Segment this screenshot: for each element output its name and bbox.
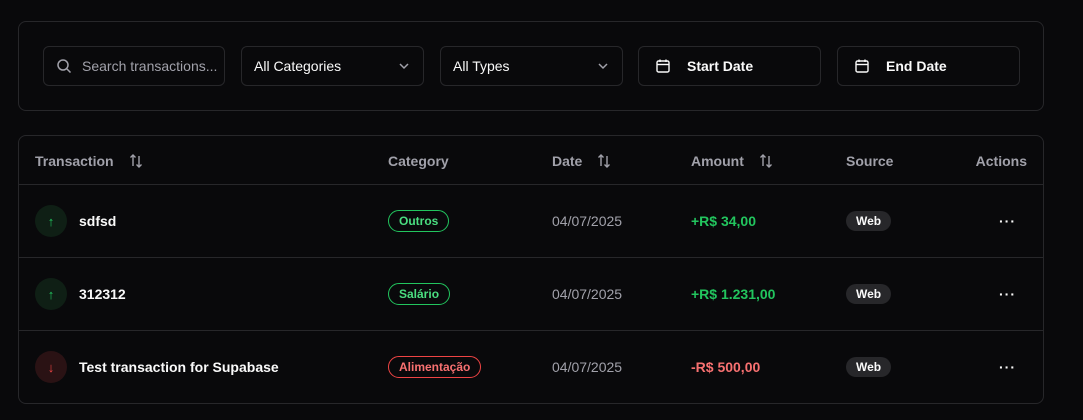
transaction-cell: ↓ Test transaction for Supabase: [35, 331, 279, 403]
more-options-icon[interactable]: ···: [999, 359, 1016, 375]
end-date-label: End Date: [886, 58, 947, 74]
date-cell: 04/07/2025: [552, 359, 623, 375]
amount-cell: +R$ 1.231,00: [691, 286, 776, 302]
type-select[interactable]: All Types: [440, 46, 623, 86]
search-icon: [56, 58, 72, 74]
table-row[interactable]: ↑ 312312 Salário 04/07/2025 +R$ 1.231,00…: [19, 258, 1043, 331]
category-cell: Outros: [388, 185, 450, 257]
category-cell: Salário: [388, 258, 451, 330]
amount-cell: -R$ 500,00: [691, 359, 761, 375]
header-category-label: Category: [388, 152, 449, 169]
end-date-button[interactable]: End Date: [837, 46, 1020, 86]
chevron-down-icon: [397, 59, 411, 73]
header-date-label: Date: [552, 152, 583, 169]
calendar-icon: [854, 58, 870, 74]
sort-icon[interactable]: [128, 153, 144, 169]
amount-cell: +R$ 34,00: [691, 213, 756, 229]
filter-bar: All Categories All Types Start Date End …: [18, 21, 1044, 111]
header-source-label: Source: [846, 152, 894, 169]
income-arrow-icon: ↑: [35, 205, 67, 237]
header-source: Source: [846, 136, 893, 185]
search-input[interactable]: [82, 58, 222, 74]
table-row[interactable]: ↓ Test transaction for Supabase Alimenta…: [19, 331, 1043, 403]
category-select[interactable]: All Categories: [241, 46, 424, 86]
actions-cell: ···: [999, 331, 1016, 403]
more-options-icon[interactable]: ···: [999, 213, 1016, 229]
calendar-icon: [655, 58, 671, 74]
chevron-down-icon: [596, 59, 610, 73]
table-header: Transaction Category Date Amount Source …: [19, 136, 1043, 185]
expense-arrow-icon: ↓: [35, 351, 67, 383]
sort-icon[interactable]: [596, 153, 612, 169]
source-cell: Web: [846, 258, 892, 330]
sort-icon[interactable]: [758, 153, 774, 169]
source-cell: Web: [846, 185, 892, 257]
header-transaction-label: Transaction: [35, 152, 114, 169]
date-cell: 04/07/2025: [552, 213, 623, 229]
source-badge: Web: [846, 357, 892, 377]
start-date-label: Start Date: [687, 58, 754, 74]
category-select-value: All Categories: [254, 58, 342, 74]
source-badge: Web: [846, 211, 892, 231]
transaction-name: sdfsd: [79, 213, 117, 229]
date-cell: 04/07/2025: [552, 286, 623, 302]
header-actions-label: Actions: [975, 152, 1027, 169]
actions-cell: ···: [999, 185, 1016, 257]
type-select-value: All Types: [453, 58, 510, 74]
start-date-button[interactable]: Start Date: [638, 46, 821, 86]
transactions-table: Transaction Category Date Amount Source …: [18, 135, 1044, 404]
header-transaction[interactable]: Transaction: [35, 136, 144, 185]
source-cell: Web: [846, 331, 892, 403]
table-row[interactable]: ↑ sdfsd Outros 04/07/2025 +R$ 34,00 Web …: [19, 185, 1043, 258]
header-amount[interactable]: Amount: [691, 136, 774, 185]
category-badge: Salário: [388, 283, 451, 305]
source-badge: Web: [846, 284, 892, 304]
transaction-cell: ↑ sdfsd: [35, 185, 116, 257]
actions-cell: ···: [999, 258, 1016, 330]
header-actions: Actions: [976, 136, 1027, 185]
income-arrow-icon: ↑: [35, 278, 67, 310]
more-options-icon[interactable]: ···: [999, 286, 1016, 302]
category-cell: Alimentação: [388, 331, 482, 403]
category-badge: Outros: [388, 210, 450, 232]
header-amount-label: Amount: [691, 152, 744, 169]
transaction-cell: ↑ 312312: [35, 258, 126, 330]
transaction-name: Test transaction for Supabase: [79, 359, 279, 375]
search-box[interactable]: [43, 46, 225, 86]
header-category: Category: [388, 136, 449, 185]
header-date[interactable]: Date: [552, 136, 612, 185]
transaction-name: 312312: [79, 286, 126, 302]
category-badge: Alimentação: [388, 356, 482, 378]
